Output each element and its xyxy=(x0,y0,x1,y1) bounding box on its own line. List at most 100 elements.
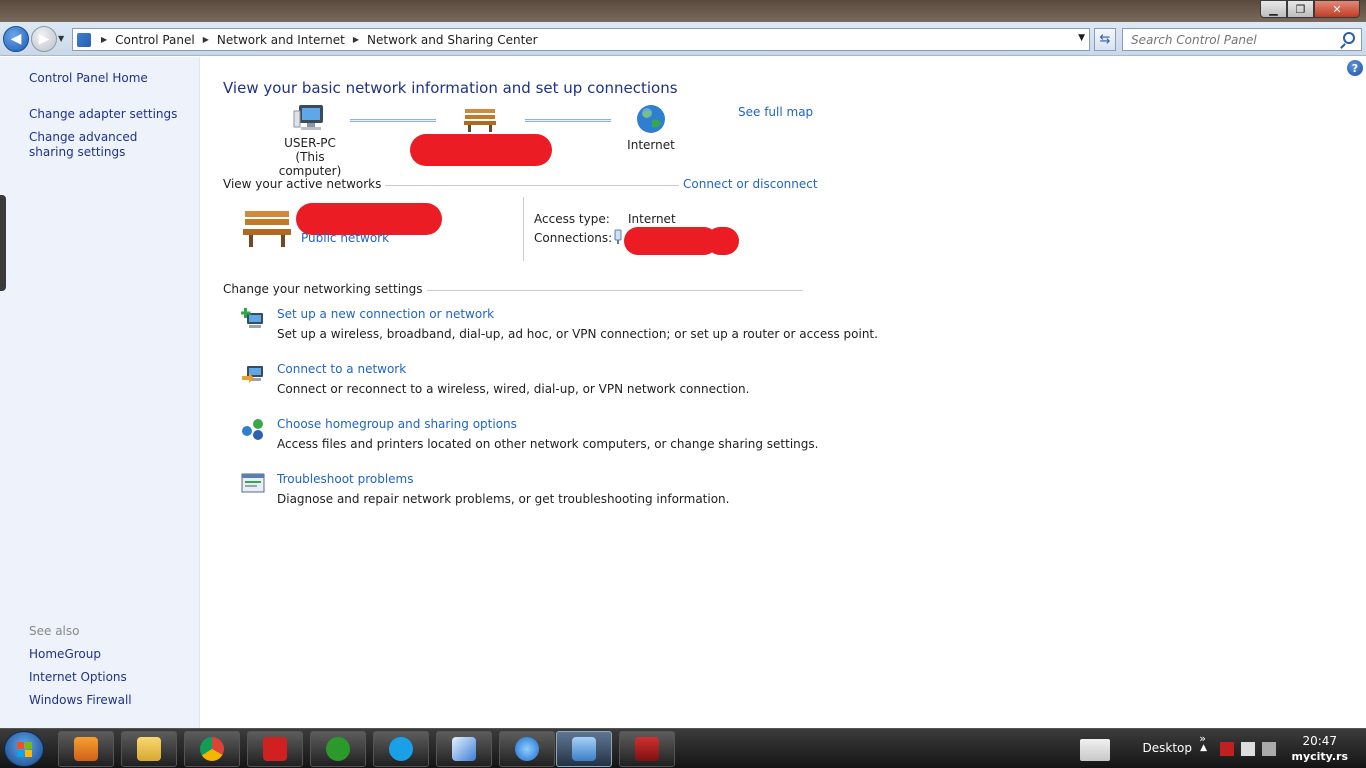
homegroup-sharing-link[interactable]: Choose homegroup and sharing options xyxy=(277,417,517,431)
active-networks-label: View your active networks xyxy=(223,177,386,191)
desktop-toolbar-label[interactable]: Desktop xyxy=(1143,741,1193,755)
explorer-icon xyxy=(137,737,161,761)
computer-icon xyxy=(293,105,323,130)
taskbar-media-player[interactable] xyxy=(58,731,114,767)
address-dropdown-icon[interactable]: ▼ xyxy=(1078,33,1085,43)
bench-icon[interactable] xyxy=(463,107,497,133)
taskbar-skype[interactable] xyxy=(373,731,429,767)
breadcrumb-arrow-icon[interactable]: ▶ xyxy=(353,35,359,44)
window-controls: ▁ ❐ ✕ xyxy=(1260,0,1360,18)
refresh-button[interactable]: ⇆ xyxy=(1094,28,1116,51)
address-bar[interactable]: ▶ Control Panel ▶ Network and Internet ▶… xyxy=(72,28,1090,51)
chrome-icon xyxy=(200,737,224,761)
redacted-connection-name-end xyxy=(706,227,739,255)
control-panel-icon xyxy=(77,32,91,47)
main-content: ? View your basic network information an… xyxy=(201,57,1366,728)
setup-connection-description: Set up a wireless, broadband, dial-up, a… xyxy=(277,327,878,341)
public-network-bench-icon[interactable] xyxy=(241,207,293,249)
pen-tablet-icon[interactable] xyxy=(1080,739,1110,761)
maximize-button[interactable]: ❐ xyxy=(1287,0,1314,18)
connect-network-description: Connect or reconnect to a wireless, wire… xyxy=(277,382,750,396)
breadcrumb-network-and-internet[interactable]: Network and Internet xyxy=(217,33,345,47)
breadcrumb-control-panel[interactable]: Control Panel xyxy=(115,33,195,47)
media-player-icon xyxy=(74,737,98,761)
acrobat-icon xyxy=(263,737,287,761)
show-hidden-icons-icon[interactable]: ▲ xyxy=(1200,743,1207,753)
search-box[interactable] xyxy=(1122,28,1362,51)
map-connector-line xyxy=(350,119,436,122)
change-advanced-sharing-link[interactable]: Change advanced sharing settings xyxy=(29,130,179,160)
left-navigation-pane: Control Panel Home Change adapter settin… xyxy=(0,57,200,728)
close-button[interactable]: ✕ xyxy=(1314,0,1360,18)
minimize-button[interactable]: ▁ xyxy=(1260,0,1287,18)
breadcrumb-network-sharing-center[interactable]: Network and Sharing Center xyxy=(367,33,538,47)
redacted-network-name xyxy=(410,134,552,166)
access-type-value: Internet xyxy=(628,212,676,226)
volume-icon[interactable] xyxy=(1262,742,1276,756)
taskbar-acrobat[interactable] xyxy=(247,731,303,767)
windows-firewall-link[interactable]: Windows Firewall xyxy=(29,693,132,707)
internet-options-link[interactable]: Internet Options xyxy=(29,670,127,684)
taskbar-chrome[interactable] xyxy=(184,731,240,767)
taskbar-control-panel[interactable] xyxy=(556,731,612,767)
taskbar-utorrent[interactable] xyxy=(310,731,366,767)
window-title-bar: ▁ ❐ ✕ xyxy=(0,0,1366,22)
troubleshoot-description: Diagnose and repair network problems, or… xyxy=(277,492,730,506)
network-tray-icon[interactable] xyxy=(1241,742,1255,756)
map-connector-line xyxy=(525,119,611,122)
breadcrumb-arrow-icon[interactable]: ▶ xyxy=(203,35,209,44)
control-panel-icon xyxy=(572,737,596,761)
globe-icon xyxy=(637,105,665,133)
vertical-divider xyxy=(523,197,524,261)
troubleshoot-icon xyxy=(241,473,265,493)
homegroup-sharing-description: Access files and printers located on oth… xyxy=(277,437,819,451)
network-location-link[interactable]: Public network xyxy=(301,231,389,245)
forward-button[interactable]: ▶ xyxy=(31,26,57,52)
search-input[interactable] xyxy=(1123,29,1333,50)
connect-disconnect-link[interactable]: Connect or disconnect xyxy=(679,177,818,191)
control-panel-home-link[interactable]: Control Panel Home xyxy=(29,71,148,85)
computer-sub-label: (This computer) xyxy=(278,150,342,178)
setup-connection-link[interactable]: Set up a new connection or network xyxy=(277,307,494,321)
ethernet-connection-icon xyxy=(614,229,622,244)
connect-network-icon xyxy=(242,366,263,383)
homegroup-link[interactable]: HomeGroup xyxy=(29,647,101,661)
see-full-map-link[interactable]: See full map xyxy=(738,105,813,119)
ie-icon xyxy=(515,737,539,761)
internet-label: Internet xyxy=(627,138,675,152)
clock-time: 20:47 xyxy=(1302,734,1338,748)
see-also-label: See also xyxy=(29,624,80,638)
skype-icon xyxy=(389,737,413,761)
notepad-icon xyxy=(452,737,476,761)
back-button[interactable]: ◀ xyxy=(3,26,29,52)
start-button[interactable] xyxy=(4,731,44,767)
access-type-label: Access type: xyxy=(534,212,610,226)
watermark-text: mycity.rs xyxy=(1291,750,1349,763)
homegroup-icon xyxy=(242,419,263,440)
utorrent-icon xyxy=(326,737,350,761)
taskbar-book-app[interactable] xyxy=(619,731,675,767)
taskbar-explorer[interactable] xyxy=(121,731,177,767)
internet-node[interactable]: Internet xyxy=(616,103,686,152)
this-computer-node[interactable]: USER-PC (This computer) xyxy=(265,103,355,178)
page-title: View your basic network information and … xyxy=(223,79,678,97)
clock[interactable]: 20:47 mycity.rs xyxy=(1292,734,1349,764)
side-tab xyxy=(0,195,6,291)
computer-name: USER-PC xyxy=(284,136,336,150)
taskbar-notepad[interactable] xyxy=(436,731,492,767)
new-connection-icon xyxy=(241,308,263,328)
taskbar: Desktop » ▲ 20:47 mycity.rs xyxy=(0,728,1366,768)
connect-network-link[interactable]: Connect to a network xyxy=(277,362,406,376)
troubleshoot-link[interactable]: Troubleshoot problems xyxy=(277,472,413,486)
action-center-icon[interactable] xyxy=(1220,742,1234,756)
recent-pages-dropdown[interactable]: ▼ xyxy=(58,34,64,43)
taskbar-internet-explorer[interactable] xyxy=(499,731,555,767)
connections-label: Connections: xyxy=(534,231,613,245)
change-settings-label: Change your networking settings xyxy=(223,282,427,296)
search-icon[interactable] xyxy=(1343,32,1355,44)
help-icon[interactable]: ? xyxy=(1347,60,1363,76)
breadcrumb-arrow-icon[interactable]: ▶ xyxy=(101,35,107,44)
system-tray: Desktop » ▲ 20:47 mycity.rs xyxy=(1066,729,1366,768)
change-adapter-settings-link[interactable]: Change adapter settings xyxy=(29,107,177,121)
navigation-bar: ◀ ▶ ▼ ▶ Control Panel ▶ Network and Inte… xyxy=(0,22,1366,56)
